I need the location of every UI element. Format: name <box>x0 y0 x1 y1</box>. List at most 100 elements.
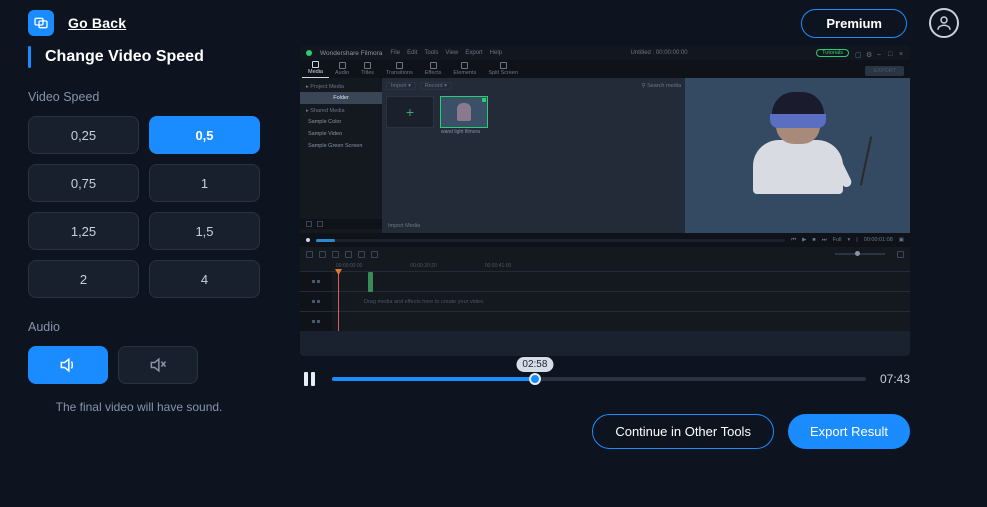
record-dropdown[interactable]: Record ▾ <box>420 82 452 90</box>
media-clip-thumbnail[interactable]: wand light filmora <box>440 96 488 128</box>
speed-option-6[interactable]: 2 <box>28 260 139 298</box>
speed-grid: 0,25 0,5 0,75 1 1,25 1,5 2 4 <box>28 116 260 298</box>
audio-hint: The final video will have sound. <box>28 400 260 414</box>
pause-button[interactable] <box>300 370 318 388</box>
window-settings-icon[interactable]: ⚙ <box>866 51 871 56</box>
preview-aspect-icon[interactable]: ▾ <box>848 237 851 243</box>
editor-brand: Wondershare Filmora <box>320 50 382 57</box>
timeline-ruler[interactable]: 00:00:00:00 00:00:20:20 00:00:41:00 <box>300 261 910 271</box>
menu-export[interactable]: Export <box>465 50 482 56</box>
sidebar-tool-icon[interactable] <box>306 221 312 227</box>
media-zone: Import ▾ Record ▾ ⚲ Search media + wand … <box>382 78 685 233</box>
speaker-on-icon <box>58 355 78 375</box>
menu-tools[interactable]: Tools <box>424 50 438 56</box>
import-dropdown[interactable]: Import ▾ <box>386 82 416 90</box>
audio-section-label: Audio <box>28 320 260 334</box>
panel-title: Change Video Speed <box>45 48 204 66</box>
settings-panel: Change Video Speed Video Speed 0,25 0,5 … <box>0 46 260 449</box>
tab-effects[interactable]: Effects <box>419 59 448 78</box>
timeline-zoom-slider[interactable] <box>835 253 885 255</box>
window-min-icon[interactable]: ▢ <box>855 51 860 56</box>
progress-thumb[interactable] <box>529 373 541 385</box>
duration-label: 07:43 <box>880 372 910 386</box>
title-accent-bar <box>28 46 31 68</box>
preview-prev-icon[interactable]: ⏮ <box>791 237 796 244</box>
tab-elements[interactable]: Elements <box>447 59 482 78</box>
preview-full-label[interactable]: Full <box>833 237 842 243</box>
tutorials-button[interactable]: Tutorials <box>816 49 849 57</box>
speed-option-5[interactable]: 1,5 <box>149 212 260 250</box>
timeline[interactable]: Drag media and effects here to create yo… <box>300 271 910 331</box>
editor-menubar: Wondershare Filmora File Edit Tools View… <box>300 46 910 60</box>
audio-off-button[interactable] <box>118 346 198 384</box>
sidebar-item-color[interactable]: Sample Color <box>300 116 382 128</box>
search-media-input[interactable]: ⚲ Search media <box>642 83 682 89</box>
window-close-icon[interactable]: × <box>899 51 904 56</box>
preview-progress-track[interactable] <box>316 239 785 242</box>
tab-split-screen[interactable]: Split Screen <box>482 59 524 78</box>
sidebar-item-video[interactable]: Sample Video <box>300 128 382 140</box>
speed-option-4[interactable]: 1,25 <box>28 212 139 250</box>
editor-export-button[interactable]: EXPORT <box>865 66 904 76</box>
preview-stop-icon[interactable]: ■ <box>812 237 815 243</box>
add-media-button[interactable]: + <box>386 96 434 128</box>
audio-on-button[interactable] <box>28 346 108 384</box>
timeline-clip[interactable] <box>368 272 373 292</box>
timeline-tool-icon[interactable] <box>319 251 326 258</box>
project-title: Untitled : 00:00:00:00 <box>510 50 808 56</box>
sidebar-item-shared[interactable]: Shared Media <box>310 108 344 114</box>
window-maximize-icon[interactable]: □ <box>888 51 893 56</box>
tab-media[interactable]: Media <box>302 58 329 78</box>
speed-option-7[interactable]: 4 <box>149 260 260 298</box>
window-minimize-icon[interactable]: – <box>877 51 882 56</box>
footer-actions: Continue in Other Tools Export Result <box>300 414 910 449</box>
menu-edit[interactable]: Edit <box>407 50 417 56</box>
speed-option-1[interactable]: 0,5 <box>149 116 260 154</box>
editor-tab-row: Media Audio Titles Transitions Effects E… <box>300 60 910 78</box>
menu-view[interactable]: View <box>445 50 458 56</box>
export-result-button[interactable]: Export Result <box>788 414 910 449</box>
video-preview-pane <box>685 78 910 233</box>
editor-logo-icon <box>306 50 312 56</box>
sidebar-item-folder[interactable]: Folder <box>300 92 382 104</box>
speed-option-0[interactable]: 0,25 <box>28 116 139 154</box>
import-media-label: Import Media <box>388 223 420 229</box>
menu-file[interactable]: File <box>390 50 400 56</box>
embedded-editor-preview: Wondershare Filmora File Edit Tools View… <box>300 46 910 356</box>
speed-option-2[interactable]: 0,75 <box>28 164 139 202</box>
preview-timecode: 00:00:01:08 <box>864 237 893 243</box>
app-logo-icon <box>28 10 54 36</box>
timeline-tool-icon[interactable] <box>345 251 352 258</box>
preview-play-icon[interactable]: ▶ <box>802 237 806 243</box>
preview-progress-dot[interactable] <box>306 238 310 242</box>
go-back-link[interactable]: Go Back <box>68 15 126 31</box>
timeline-toolbar <box>300 247 910 261</box>
tab-audio[interactable]: Audio <box>329 59 355 78</box>
progress-bar[interactable]: 02:58 <box>332 370 866 388</box>
preview-transport-bar: ⏮ ▶ ■ ⏭ Full ▾ | 00:00:01:08 ▣ <box>300 233 910 247</box>
sidebar-heading: ▸ Project Media <box>300 82 382 92</box>
timeline-fit-icon[interactable] <box>897 251 904 258</box>
menu-help[interactable]: Help <box>490 50 502 56</box>
timeline-tool-icon[interactable] <box>332 251 339 258</box>
sidebar-item-green[interactable]: Sample Green Screen <box>300 140 382 152</box>
speaker-off-icon <box>148 355 168 375</box>
preview-snapshot-icon[interactable]: ▣ <box>899 237 904 243</box>
speed-option-3[interactable]: 1 <box>149 164 260 202</box>
premium-button[interactable]: Premium <box>801 9 907 38</box>
preview-next-icon[interactable]: ⏭ <box>822 237 827 244</box>
top-bar: Go Back Premium <box>0 0 987 46</box>
clip-label: wand light filmora <box>441 129 480 135</box>
pause-icon <box>304 372 308 386</box>
profile-icon[interactable] <box>929 8 959 38</box>
sidebar-tool-icon[interactable] <box>317 221 323 227</box>
tab-transitions[interactable]: Transitions <box>380 59 419 78</box>
continue-other-tools-button[interactable]: Continue in Other Tools <box>592 414 774 449</box>
progress-tooltip: 02:58 <box>516 357 553 372</box>
timeline-tool-icon[interactable] <box>306 251 313 258</box>
speed-section-label: Video Speed <box>28 90 260 104</box>
timeline-placeholder: Drag media and effects here to create yo… <box>364 299 485 305</box>
timeline-tool-icon[interactable] <box>358 251 365 258</box>
tab-titles[interactable]: Titles <box>355 59 380 78</box>
timeline-tool-icon[interactable] <box>371 251 378 258</box>
